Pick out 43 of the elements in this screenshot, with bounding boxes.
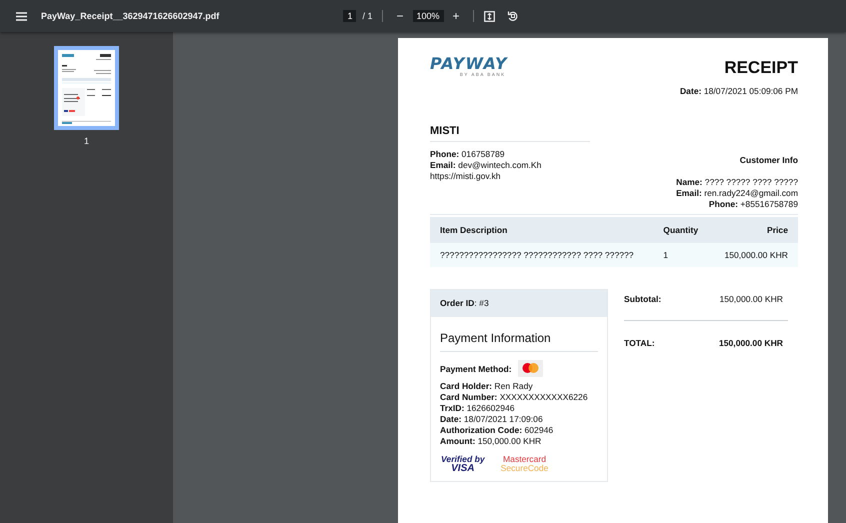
table-cell: 150,000.00 KHR [710,243,798,267]
payment-detail-line: Amount: 150,000.00 KHR [440,436,542,447]
customer-info-line: Name: ???? ????? ???? ????? [676,177,798,188]
page-number-field[interactable]: 1 [343,10,356,22]
column-header: Item Description [430,217,654,243]
page-thumbnail-number: 1 [84,136,89,146]
zoom-out-button[interactable]: − [393,9,406,23]
merchant-info-line: https://misti.gov.kh [430,171,502,182]
column-header: Price [710,217,798,243]
table-cell: 1 [653,243,711,267]
payment-information-heading: Payment Information [440,331,598,352]
zoom-field[interactable]: 100% [412,10,444,22]
payment-detail-line: Authorization Code: 602946 [440,425,554,436]
merchant-info-line: Phone: 016758789 [430,149,506,160]
payment-detail-line: Card Holder: Ren Rady [440,381,534,392]
customer-info-heading: Customer Info [738,155,798,166]
merchant-info-line: Email: dev@wintech.com.Kh [430,160,542,171]
merchant-name: MISTI [430,125,590,142]
payment-detail-line: TrxID: 1626602946 [440,403,516,414]
visa-logo-text: Verified by VISA [441,455,485,473]
total-value: 150,000.00 KHR [718,338,783,348]
page-thumbnail[interactable] [54,46,119,130]
receipt-title: RECEIPT [723,58,798,78]
menu-icon[interactable] [16,12,27,20]
payment-detail-line: Date: 18/07/2021 17:09:06 [440,414,544,425]
zoom-in-button[interactable]: + [450,9,463,23]
subtotal-label: Subtotal: [624,294,662,304]
card-logo-icon [518,360,543,377]
receipt-date: Date: 18/07/2021 05:09:06 PM [680,86,798,97]
rotate-icon[interactable] [506,10,519,22]
payment-method-label: Payment Method: [440,364,512,374]
table-cell: ????????????????? ???????????? ???? ?????? [430,243,654,267]
fit-page-icon[interactable] [484,10,495,22]
column-header: Quantity [653,217,711,243]
securecode-logo-text: Mastercard SecureCode [500,455,548,473]
file-name: PayWay_Receipt__3629471626602947.pdf [41,11,220,21]
total-label: TOTAL: [624,338,655,348]
order-id: Order ID: #3 [431,290,607,317]
customer-info-line: Phone: +85516758789 [708,199,798,210]
subtotal-value: 150,000.00 KHR [719,294,783,304]
page-count: / 1 [362,11,372,21]
payment-detail-line: Card Number: XXXXXXXXXXXX6226 [440,392,589,403]
customer-info-line: Email: ren.rady224@gmail.com [676,188,798,199]
